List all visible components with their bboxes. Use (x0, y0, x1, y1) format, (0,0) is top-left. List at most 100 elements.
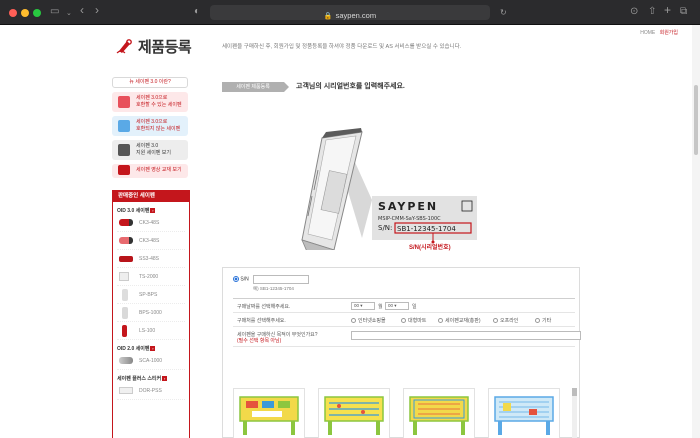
board-table-image (324, 396, 384, 435)
month-value: 00 (354, 303, 360, 308)
channel-option-offline[interactable]: 오프라인 (493, 317, 518, 324)
pen-thumbnail (122, 289, 128, 301)
util-links: HOME 회원가입 (637, 29, 678, 36)
page-scroll-thumb[interactable] (694, 85, 698, 155)
serial-number-input[interactable] (253, 275, 309, 284)
product-item[interactable]: CK3-48S (117, 214, 185, 232)
close-window-button[interactable] (9, 9, 17, 17)
brand-wordmark: SAYPEN (378, 200, 438, 213)
purchase-channel-row: 구매처를 선택해주세요. 인터넷쇼핑몰 대형마트 세이펜교재(총판) 오프라인 … (233, 313, 575, 327)
board-table-image (409, 396, 469, 435)
day-select[interactable]: 00 ▾ (385, 302, 409, 310)
channel-option-other[interactable]: 기타 (535, 317, 551, 324)
pen-set-thumbnail (119, 256, 133, 262)
radio[interactable] (351, 318, 356, 324)
channel-option-online[interactable]: 인터넷쇼핑몰 (351, 317, 386, 324)
sn-caption: S/N(시리얼번호) (409, 245, 451, 251)
radio[interactable] (493, 318, 498, 324)
option-label: 인터넷쇼핑몰 (358, 318, 386, 324)
util-home-link[interactable]: HOME (640, 30, 655, 36)
product-list-title: 판매중인 세이펜 (113, 190, 189, 202)
product-image-card[interactable] (318, 388, 390, 438)
minimize-window-button[interactable] (21, 9, 29, 17)
new-saypen-link[interactable]: 뉴 세이펜 3.0 이란? (112, 77, 188, 88)
radio[interactable] (401, 318, 406, 324)
incompatible-line2: 호환되지 않는 세이펜 (136, 125, 181, 132)
page-scrollbar[interactable] (692, 25, 700, 438)
channel-option-mart[interactable]: 대형마트 (401, 317, 426, 324)
supported-saypen-button[interactable]: 세이펜 3.0 지원 세이펜 보기 (112, 140, 188, 160)
incompatible-saypen-button[interactable]: 세이펜 3.0으로 호환되지 않는 세이펜 (112, 116, 188, 136)
product-image-card[interactable] (488, 388, 560, 438)
product-label: CK3-48S (139, 220, 160, 226)
sn-example-text: 예) SB1-12345-1704 (253, 286, 294, 291)
download-icon[interactable]: ⊙ (630, 6, 638, 18)
serial-label-panel: SAYPEN MSIP-CMM-SaY-SBS-100C S/N: SB1-12… (372, 196, 477, 244)
channel-option-dealer[interactable]: 세이펜교재(총판) (438, 317, 481, 324)
product-image-list (233, 388, 563, 438)
product-label: SP-BPS (139, 292, 158, 298)
back-button[interactable]: ‹ (80, 4, 84, 16)
sidebar-icon[interactable]: ▭ (50, 6, 59, 18)
device-thumbnail (119, 272, 129, 281)
option-label: 세이펜교재(총판) (445, 318, 481, 324)
zoom-window-button[interactable] (33, 9, 41, 17)
product-item[interactable]: DOR-PSS (117, 382, 185, 400)
pen-icon (118, 96, 130, 108)
sn-prefix: S/N: (378, 224, 392, 232)
arrow-badge-icon: › (150, 208, 156, 214)
video-label: 세이펜 영상 교재 보기 (136, 167, 182, 173)
sn-label: S/N (240, 276, 249, 283)
chevron-down-icon[interactable]: ⌄ (66, 8, 72, 20)
purpose-input[interactable] (351, 331, 581, 340)
forward-button[interactable]: › (95, 4, 99, 16)
product-item[interactable]: CK3-48S (117, 232, 185, 250)
option-label: 기타 (542, 318, 552, 324)
pen-logo-icon (116, 39, 132, 54)
form-fields: 구매날짜를 선택해주세요. 00 ▾ 월 00 ▾ 일 구매처를 선택해주세요.… (233, 298, 581, 347)
product-label: CK3-48S (139, 238, 160, 244)
step-instruction: 고객님의 시리얼번호를 입력해주세요. (296, 83, 405, 90)
refresh-icon[interactable]: ↻ (500, 7, 507, 19)
purpose-note: (필수 선택 항목 아님) (237, 338, 282, 344)
product-image-card[interactable] (233, 388, 305, 438)
util-join-link[interactable]: 회원가입 (660, 30, 678, 36)
product-image-card[interactable] (403, 388, 475, 438)
radio[interactable] (535, 318, 540, 324)
shield-icon[interactable]: ◐ (194, 6, 200, 18)
video-icon (118, 165, 130, 175)
image-list-scrollbar[interactable] (572, 388, 577, 438)
scroll-thumb[interactable] (572, 388, 577, 396)
pen-icon (118, 120, 130, 132)
compatible-line2: 호환할 수 있는 세이펜 (136, 101, 182, 108)
tab-overview-icon[interactable]: ⧉ (680, 6, 687, 18)
pen-thumbnail (122, 307, 128, 319)
product-item[interactable]: TS-2000 (117, 268, 185, 286)
supported-line2: 지원 세이펜 보기 (136, 149, 171, 156)
address-bar[interactable]: 🔒 saypen.com (210, 5, 490, 20)
radio[interactable] (438, 318, 443, 324)
month-unit: 월 (378, 304, 383, 310)
product-item[interactable]: SCA-1000 (117, 352, 185, 370)
sidebar: 뉴 세이펜 3.0 이란? 세이펜 3.0으로 호환할 수 있는 세이펜 세이펜… (112, 77, 190, 182)
product-item[interactable]: BPS-1000 (117, 304, 185, 322)
web-page: HOME 회원가입 제품등록 세이펜을 구매하신 후, 회원가입 및 정품등록을… (0, 25, 700, 438)
product-item[interactable]: LS-100 (117, 322, 185, 340)
share-icon[interactable]: ⇧ (648, 6, 656, 18)
new-tab-button[interactable]: + (664, 4, 671, 16)
purpose-row: 세이펜을 구매하신 목적이 무엇인가요? (필수 선택 항목 아님) (233, 327, 581, 347)
video-material-button[interactable]: 세이펜 영상 교재 보기 (112, 164, 188, 178)
compatible-saypen-button[interactable]: 세이펜 3.0으로 호환할 수 있는 세이펜 (112, 92, 188, 112)
page-title: 제품등록 (138, 39, 192, 56)
sn-radio[interactable] (233, 276, 239, 282)
lock-icon: 🔒 (323, 13, 333, 20)
month-select[interactable]: 00 ▾ (351, 302, 375, 310)
product-label: LS-100 (139, 328, 156, 334)
product-label: BPS-1000 (139, 310, 162, 316)
product-item[interactable]: SP-BPS (117, 286, 185, 304)
day-value: 00 (388, 303, 394, 308)
arrow-badge-icon: › (162, 376, 168, 382)
product-item[interactable]: SS3-48S (117, 250, 185, 268)
channel-label: 구매처를 선택해주세요. (237, 318, 286, 324)
pen-thumbnail (119, 237, 133, 244)
